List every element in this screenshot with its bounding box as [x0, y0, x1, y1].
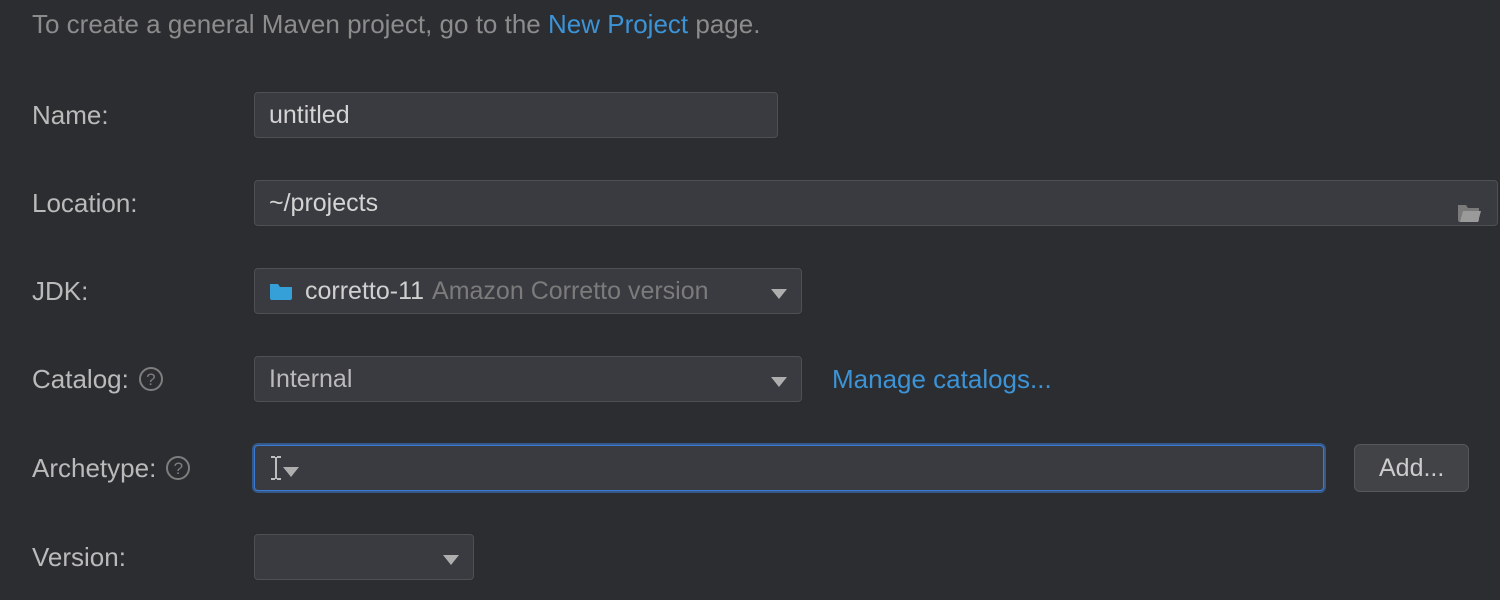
- folder-icon: [269, 281, 293, 301]
- chevron-down-icon: [283, 453, 299, 484]
- hint-prefix: To create a general Maven project, go to…: [32, 9, 548, 39]
- catalog-label: Catalog:: [32, 364, 129, 395]
- location-label: Location:: [32, 188, 254, 219]
- archetype-label: Archetype:: [32, 453, 156, 484]
- archetype-combobox[interactable]: [254, 445, 1324, 491]
- version-dropdown[interactable]: [254, 534, 474, 580]
- help-icon[interactable]: ?: [139, 367, 163, 391]
- browse-folder-icon[interactable]: [1457, 192, 1483, 214]
- chevron-down-icon: [771, 277, 787, 306]
- text-cursor-icon: [269, 455, 283, 481]
- help-icon[interactable]: ?: [166, 456, 190, 480]
- catalog-dropdown[interactable]: Internal: [254, 356, 802, 402]
- jdk-name: corretto-11: [305, 277, 424, 306]
- hint-text: To create a general Maven project, go to…: [32, 6, 1468, 42]
- chevron-down-icon: [771, 365, 787, 394]
- location-value: ~/projects: [269, 181, 1445, 225]
- jdk-dropdown[interactable]: corretto-11 Amazon Corretto version: [254, 268, 802, 314]
- name-input[interactable]: untitled: [254, 92, 778, 138]
- version-label: Version:: [32, 542, 254, 573]
- chevron-down-icon: [443, 543, 459, 572]
- jdk-description: Amazon Corretto version: [432, 277, 709, 306]
- add-button[interactable]: Add...: [1354, 444, 1469, 492]
- hint-suffix: page.: [688, 9, 760, 39]
- name-label: Name:: [32, 100, 254, 131]
- manage-catalogs-link[interactable]: Manage catalogs...: [832, 364, 1052, 395]
- catalog-value: Internal: [269, 365, 352, 394]
- location-input[interactable]: ~/projects: [254, 180, 1498, 226]
- new-project-link[interactable]: New Project: [548, 9, 688, 39]
- jdk-label: JDK:: [32, 276, 254, 307]
